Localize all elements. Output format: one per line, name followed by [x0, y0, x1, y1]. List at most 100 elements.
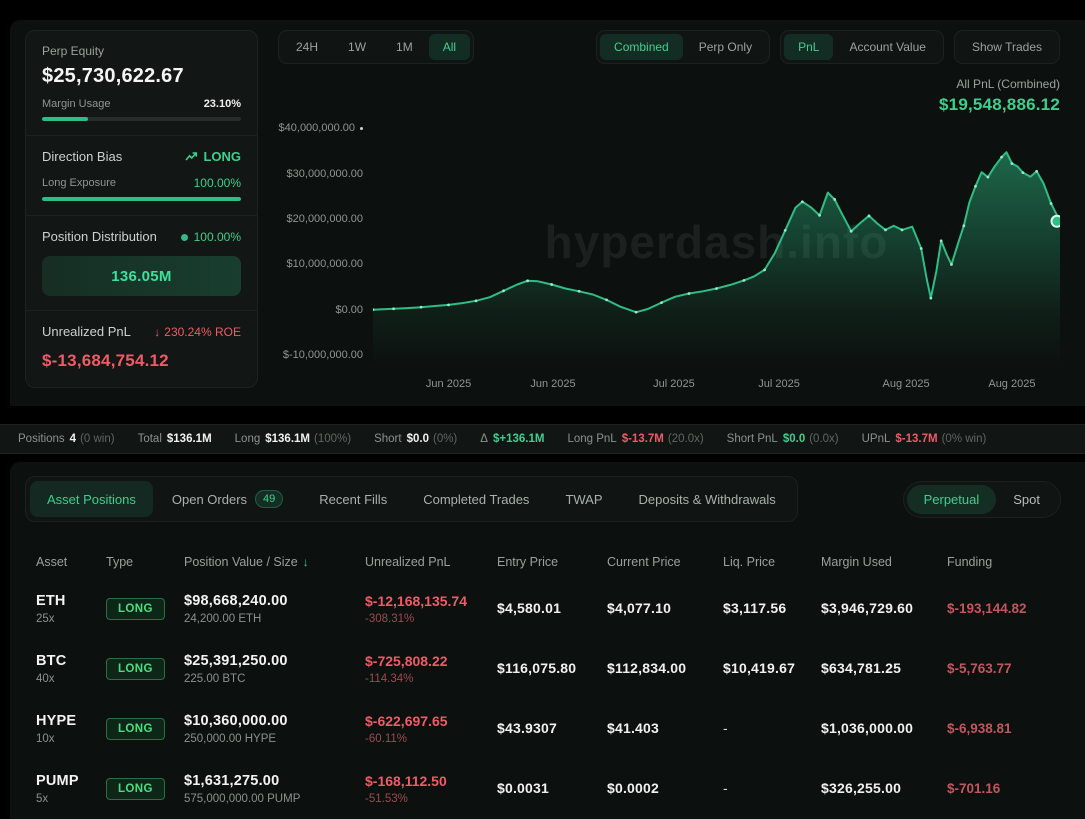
liq-price-cell: $10,419.67: [723, 660, 821, 678]
x-tick-label: Aug 2025: [988, 378, 1035, 390]
chart-end-dot: [1051, 216, 1060, 227]
cell-secondary: -308.31%: [365, 613, 497, 625]
tab-label: Recent Fills: [319, 492, 387, 507]
tab-recent-fills[interactable]: Recent Fills: [302, 481, 404, 517]
funding-cell: $-5,763.77: [947, 660, 1061, 678]
tab-open-orders[interactable]: Open Orders49: [155, 481, 300, 517]
direction-bias-badge: LONG: [185, 149, 241, 164]
current-price-cell: $112,834.00: [607, 660, 723, 678]
column-header-entry-price[interactable]: Entry Price: [497, 555, 607, 569]
long-exposure-bar: [42, 197, 241, 201]
range-1m[interactable]: 1M: [382, 34, 427, 60]
chart-svg: [373, 119, 1060, 369]
column-header-liq-price[interactable]: Liq. Price: [723, 555, 821, 569]
entry-price-value: $116,075.80: [497, 660, 576, 676]
y-tick-label: $-10,000,000.00: [283, 349, 363, 361]
show-trades-group: Show Trades: [954, 30, 1060, 64]
range-all[interactable]: All: [429, 34, 470, 60]
arrow-down-icon: ↓: [154, 325, 160, 339]
summary-item-label: Short PnL: [727, 433, 778, 445]
summary-item: UPnL$-13.7M(0% win): [862, 433, 987, 445]
tab-completed-trades[interactable]: Completed Trades: [406, 481, 546, 517]
table-row-pump[interactable]: PUMP5xLONG$1,631,275.00575,000,000.00 PU…: [36, 759, 1061, 819]
column-header-unrealized-pnl[interactable]: Unrealized PnL: [365, 555, 497, 569]
market-toggle: PerpetualSpot: [903, 481, 1061, 518]
current-price-value: $0.0002: [607, 780, 659, 796]
margin-used-cell: $634,781.25: [821, 660, 947, 678]
liq-price-cell: -: [723, 720, 821, 738]
y-tick-label: $20,000,000.00: [287, 213, 363, 225]
column-header-type[interactable]: Type: [106, 555, 184, 569]
table-row-hype[interactable]: HYPE10xLONG$10,360,000.00250,000.00 HYPE…: [36, 699, 1061, 759]
cell-secondary: 575,000,000.00 PUMP: [184, 793, 365, 805]
liq-price-cell: $3,117.56: [723, 600, 821, 618]
position-value-cell: $10,360,000.00250,000.00 HYPE: [184, 713, 365, 745]
long-exposure-label: Long Exposure: [42, 177, 116, 189]
range-24h[interactable]: 24H: [282, 34, 332, 60]
long-exposure-bar-fill: [42, 197, 241, 201]
range-1w[interactable]: 1W: [334, 34, 380, 60]
funding-value: $-193,144.82: [947, 601, 1027, 616]
column-header-current-price[interactable]: Current Price: [607, 555, 723, 569]
cell-primary: $-725,808.22: [365, 653, 497, 669]
roe-value: 230.24% ROE: [164, 325, 241, 339]
summary-item-suffix: (0.0x): [809, 433, 838, 445]
chart-controls: 24H1W1MAll CombinedPerp Only PnLAccount …: [278, 30, 1060, 64]
roe-indicator: ↓ 230.24% ROE: [154, 325, 241, 339]
cell-primary: $25,391,250.00: [184, 653, 365, 669]
mode-combined[interactable]: Combined: [600, 34, 683, 60]
margin-used-value: $326,255.00: [821, 780, 901, 796]
summary-item-label: Long: [235, 433, 261, 445]
tab-label: Open Orders: [172, 492, 247, 507]
position-distribution-section: Position Distribution 100.00% 136.05M: [26, 215, 257, 310]
all-pnl-label: All PnL (Combined): [278, 77, 1060, 91]
asset-cell: BTC40x: [36, 653, 106, 685]
perp-equity-value: $25,730,622.67: [42, 65, 241, 88]
y-tick-label: $10,000,000.00: [287, 258, 363, 270]
type-badge: LONG: [106, 718, 165, 740]
trend-up-icon: [185, 151, 198, 162]
funding-cell: $-193,144.82: [947, 600, 1061, 618]
tab-asset-positions[interactable]: Asset Positions: [30, 481, 153, 517]
column-header-margin-used[interactable]: Margin Used: [821, 555, 947, 569]
tab-twap[interactable]: TWAP: [548, 481, 619, 517]
position-distribution-bar[interactable]: 136.05M: [42, 256, 241, 296]
table-row-btc[interactable]: BTC40xLONG$25,391,250.00225.00 BTC$-725,…: [36, 639, 1061, 699]
summary-item: Long PnL$-13.7M(20.0x): [567, 433, 703, 445]
cell-secondary: 10x: [36, 733, 106, 745]
cell-primary: $10,360,000.00: [184, 713, 365, 729]
table-row-eth[interactable]: ETH25xLONG$98,668,240.0024,200.00 ETH$-1…: [36, 579, 1061, 639]
liq-price-value: $10,419.67: [723, 660, 795, 676]
margin-usage-bar: [42, 117, 241, 121]
sort-arrow-icon: ↓: [303, 555, 309, 569]
summary-item-label: Δ: [480, 433, 488, 445]
entry-price-cell: $43.9307: [497, 720, 607, 738]
market-perpetual[interactable]: Perpetual: [907, 485, 997, 514]
time-range-toggle: 24H1W1MAll: [278, 30, 474, 64]
margin-used-value: $1,036,000.00: [821, 720, 913, 736]
pnl-line-chart[interactable]: hyperdash.info: [373, 119, 1060, 369]
summary-item-value: $136.1M: [167, 433, 212, 445]
entry-price-value: $4,580.01: [497, 600, 561, 616]
metric-account-value[interactable]: Account Value: [835, 34, 940, 60]
column-header-position-value-size[interactable]: Position Value / Size↓: [184, 555, 365, 569]
margin-used-cell: $1,036,000.00: [821, 720, 947, 738]
cell-primary: $-622,697.65: [365, 713, 497, 729]
direction-bias-label: Direction Bias: [42, 149, 122, 164]
cell-secondary: 24,200.00 ETH: [184, 613, 365, 625]
column-header-asset[interactable]: Asset: [36, 555, 106, 569]
summary-item-suffix: (0% win): [942, 433, 987, 445]
show-trades-button[interactable]: Show Trades: [958, 34, 1056, 60]
y-tick-label: $0.00: [335, 304, 363, 316]
account-stats-card: Perp Equity $25,730,622.67 Margin Usage …: [25, 30, 258, 388]
y-tick-label: $30,000,000.00: [287, 168, 363, 180]
current-price-value: $112,834.00: [607, 660, 686, 676]
table-body: ETH25xLONG$98,668,240.0024,200.00 ETH$-1…: [36, 579, 1061, 819]
current-price-cell: $0.0002: [607, 780, 723, 798]
tab-deposits-withdrawals[interactable]: Deposits & Withdrawals: [622, 481, 793, 517]
column-header-funding[interactable]: Funding: [947, 555, 1061, 569]
mode-perp-only[interactable]: Perp Only: [685, 34, 766, 60]
direction-bias-value: LONG: [203, 149, 241, 164]
metric-pnl[interactable]: PnL: [784, 34, 833, 60]
market-spot[interactable]: Spot: [996, 485, 1057, 514]
